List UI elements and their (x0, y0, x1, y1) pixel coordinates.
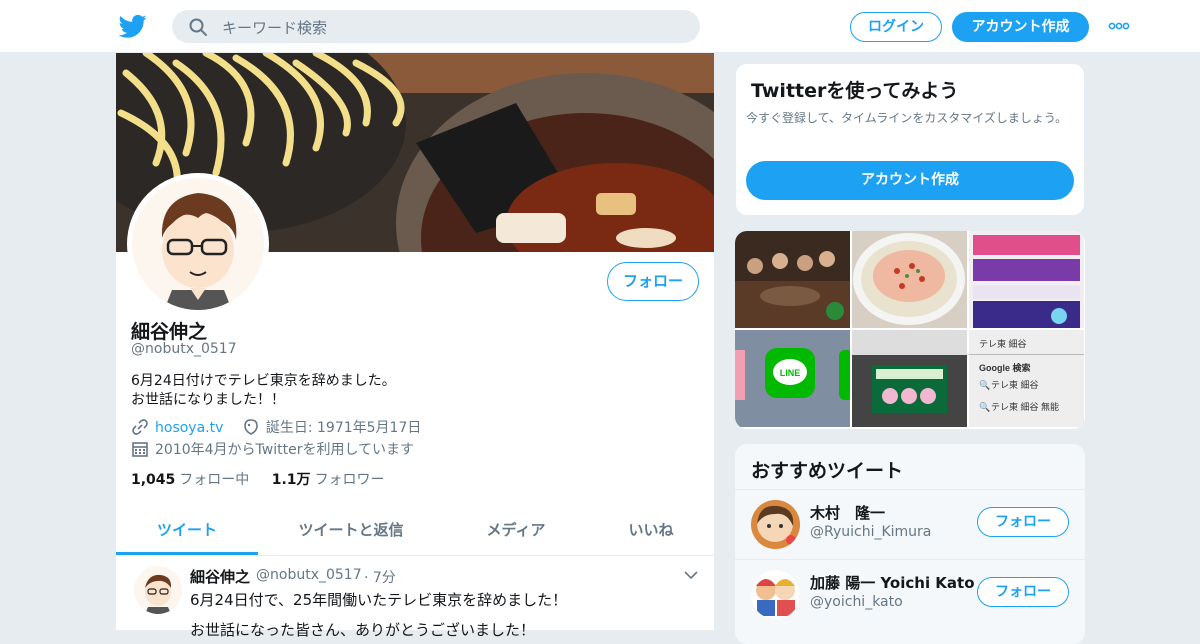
google-search-label: Google 検索 (979, 362, 1031, 373)
profile-website-link[interactable]: hosoya.tv (155, 420, 223, 436)
svg-text:🔍: 🔍 (979, 379, 990, 390)
tab-media[interactable]: メディア (456, 519, 576, 540)
signup-card: Twitterを使ってみよう 今すぐ登録して、タイムラインをカスタマイズしましょ… (735, 63, 1085, 216)
tweet-author-avatar[interactable] (134, 566, 182, 614)
svg-text:🔍: 🔍 (979, 401, 990, 412)
login-button[interactable]: ログイン (850, 12, 942, 42)
profile-birthday: 誕生日: 1971年5月17日 (265, 420, 422, 436)
recommended-follow-button[interactable]: フォロー (977, 577, 1069, 607)
profile-column: フォロー 細谷伸之 @nobutx_0517 6月24日付けでテレビ東京を辞めま… (116, 53, 714, 639)
recommended-account-avatar[interactable] (751, 500, 800, 549)
search-icon (189, 18, 207, 36)
recommended-account-name[interactable]: 加藤 陽一 Yoichi Kato (810, 572, 975, 593)
media-thumbnail[interactable]: テレ東 細谷 Google 検索 🔍 テレ東 細谷 🔍 テレ東 細谷 無能 (969, 330, 1084, 427)
following-stat[interactable]: 1,045 フォロー中 (131, 472, 249, 488)
media-thumbnail[interactable] (852, 330, 967, 427)
followers-label: フォロワー (314, 472, 385, 488)
signup-button[interactable]: アカウント作成 (952, 12, 1089, 42)
profile-bio-line-1: 6月24日付けでテレビ東京を辞めました。 (131, 373, 396, 389)
link-icon (132, 419, 148, 435)
profile-bio-line-2: お世話になりました！！ (131, 392, 285, 408)
profile-avatar[interactable] (127, 173, 269, 315)
signup-card-description: 今すぐ登録して、タイムラインをカスタマイズしましょう。 (746, 111, 1068, 125)
recommended-account-handle: @yoichi_kato (810, 594, 903, 610)
recommended-account-name[interactable]: 木村 隆一 (810, 502, 885, 523)
followers-count: 1.1万 (271, 472, 311, 488)
follow-button[interactable]: フォロー (607, 262, 699, 301)
more-dots-icon[interactable] (1108, 21, 1130, 31)
media-thumbnail[interactable] (969, 231, 1084, 328)
tweet-author-name[interactable]: 細谷伸之 (190, 566, 250, 587)
signup-card-button[interactable]: アカウント作成 (746, 161, 1074, 200)
photos-and-videos-grid: LINE テレ東 細谷 Google 検索 🔍 テレ東 細谷 🔍 テレ東 細谷 … (735, 231, 1085, 429)
tweet-timestamp[interactable]: · 7分 (364, 567, 396, 587)
profile-handle[interactable]: @nobutx_0517 (131, 341, 237, 357)
profile-name: 細谷伸之 (131, 321, 208, 343)
profile-tabs: ツイート ツイートと返信 メディア いいね (116, 503, 714, 556)
media-thumbnail[interactable] (852, 231, 967, 328)
profile-meta-row-1: hosoya.tv 誕生日: 1971年5月17日 (131, 417, 421, 437)
recommended-account-avatar[interactable] (751, 570, 800, 619)
recommended-accounts-card: おすすめツイート 木村 隆一 @Ryuichi_Kimura フォロー 加藤 陽 (735, 444, 1085, 644)
signup-card-title: Twitterを使ってみよう (751, 80, 959, 102)
tweet-author-handle[interactable]: @nobutx_0517 (256, 567, 362, 583)
chevron-down-icon[interactable] (684, 570, 698, 580)
recommended-account[interactable]: 木村 隆一 @Ryuichi_Kimura フォロー (735, 490, 1085, 560)
followers-stat[interactable]: 1.1万 フォロワー (272, 472, 385, 488)
recommended-account[interactable]: 加藤 陽一 Yoichi Kato @yoichi_kato フォロー (735, 560, 1085, 630)
twitter-bird-icon[interactable] (118, 12, 148, 40)
profile-joined-date: 2010年4月からTwitterを利用しています (155, 442, 415, 458)
search-query-text: テレ東 細谷 (979, 338, 1027, 349)
top-navigation-bar: キーワード検索 ログイン アカウント作成 (0, 0, 1200, 53)
profile-meta-row-2: 2010年4月からTwitterを利用しています (131, 439, 414, 459)
following-count: 1,045 (131, 472, 176, 488)
line-app-label: LINE (780, 368, 801, 378)
recommended-follow-button[interactable]: フォロー (977, 507, 1069, 537)
tweet-text: 6月24日付で、25年間働いたテレビ東京を辞めました！ (190, 591, 568, 609)
search-bar[interactable]: キーワード検索 (172, 10, 700, 43)
search-suggestion-1: テレ東 細谷 (991, 379, 1039, 390)
profile-stats: 1,045 フォロー中 1.1万 フォロワー (131, 469, 385, 489)
recommended-title: おすすめツイート (751, 460, 904, 482)
search-input[interactable]: キーワード検索 (222, 17, 327, 38)
recommended-account-handle: @Ryuichi_Kimura (810, 524, 932, 540)
calendar-icon (132, 442, 148, 457)
media-thumbnail[interactable]: LINE (735, 330, 850, 427)
media-thumbnail[interactable] (735, 231, 850, 328)
following-label: フォロー中 (179, 472, 250, 488)
tab-tweets-and-replies[interactable]: ツイートと返信 (278, 519, 424, 540)
birthday-icon (244, 419, 258, 435)
tab-likes[interactable]: いいね (606, 519, 696, 540)
active-tab-indicator (116, 552, 258, 555)
tab-tweets[interactable]: ツイート (116, 519, 258, 540)
search-suggestion-2: テレ東 細谷 無能 (991, 401, 1059, 412)
tweet-item[interactable]: 細谷伸之 @nobutx_0517 · 7分 6月24日付で、25年間働いたテレ… (116, 556, 714, 639)
